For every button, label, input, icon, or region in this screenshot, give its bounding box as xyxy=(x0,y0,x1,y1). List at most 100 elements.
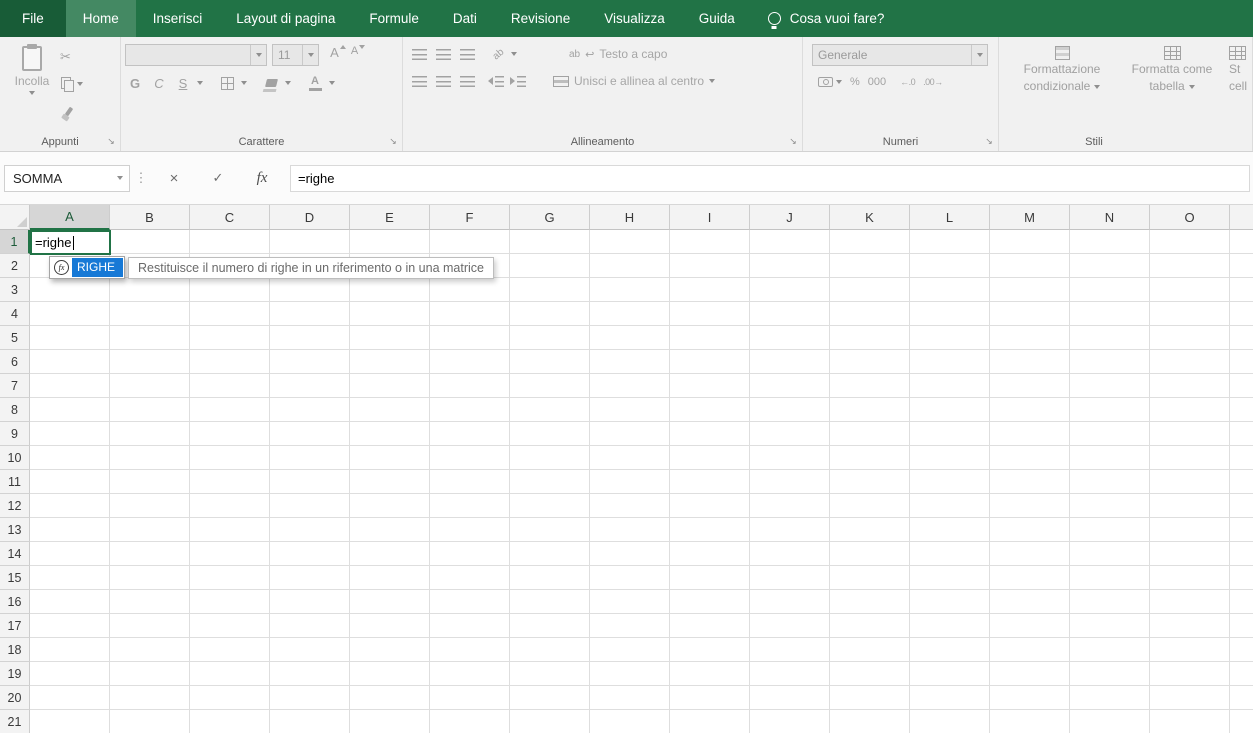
cell-H1[interactable] xyxy=(590,230,670,254)
cell-O13[interactable] xyxy=(1150,518,1230,542)
cell-I7[interactable] xyxy=(670,374,750,398)
cell-F16[interactable] xyxy=(430,590,510,614)
cell-J3[interactable] xyxy=(750,278,830,302)
font-dialog-launcher-icon[interactable] xyxy=(387,135,399,147)
select-all-corner[interactable] xyxy=(0,205,30,230)
cell-N11[interactable] xyxy=(1070,470,1150,494)
column-header-A[interactable]: A xyxy=(30,205,110,230)
cell-D8[interactable] xyxy=(270,398,350,422)
cell-D13[interactable] xyxy=(270,518,350,542)
cell-M10[interactable] xyxy=(990,446,1070,470)
row-header-21[interactable]: 21 xyxy=(0,710,30,733)
cell-O4[interactable] xyxy=(1150,302,1230,326)
row-header-15[interactable]: 15 xyxy=(0,566,30,590)
cell-partial-10[interactable] xyxy=(1230,446,1253,470)
tab-inserisci[interactable]: Inserisci xyxy=(136,0,220,37)
cell-L8[interactable] xyxy=(910,398,990,422)
cell-H20[interactable] xyxy=(590,686,670,710)
cell-F9[interactable] xyxy=(430,422,510,446)
cell-partial-5[interactable] xyxy=(1230,326,1253,350)
cell-N3[interactable] xyxy=(1070,278,1150,302)
cell-B20[interactable] xyxy=(110,686,190,710)
cell-F10[interactable] xyxy=(430,446,510,470)
column-header-O[interactable]: O xyxy=(1150,205,1230,230)
cell-L20[interactable] xyxy=(910,686,990,710)
cell-G2[interactable] xyxy=(510,254,590,278)
cell-C18[interactable] xyxy=(190,638,270,662)
column-header-D[interactable]: D xyxy=(270,205,350,230)
cell-H15[interactable] xyxy=(590,566,670,590)
tab-revisione[interactable]: Revisione xyxy=(494,0,587,37)
cell-L15[interactable] xyxy=(910,566,990,590)
cell-J12[interactable] xyxy=(750,494,830,518)
cell-B16[interactable] xyxy=(110,590,190,614)
cell-N13[interactable] xyxy=(1070,518,1150,542)
cell-M15[interactable] xyxy=(990,566,1070,590)
row-header-10[interactable]: 10 xyxy=(0,446,30,470)
cell-C10[interactable] xyxy=(190,446,270,470)
row-header-3[interactable]: 3 xyxy=(0,278,30,302)
cell-I19[interactable] xyxy=(670,662,750,686)
cell-partial-18[interactable] xyxy=(1230,638,1253,662)
percent-style-button[interactable]: % xyxy=(850,76,860,88)
cell-O2[interactable] xyxy=(1150,254,1230,278)
cell-H8[interactable] xyxy=(590,398,670,422)
cell-A12[interactable] xyxy=(30,494,110,518)
borders-button[interactable] xyxy=(217,73,237,93)
row-header-2[interactable]: 2 xyxy=(0,254,30,278)
cell-L1[interactable] xyxy=(910,230,990,254)
cell-M11[interactable] xyxy=(990,470,1070,494)
cell-F14[interactable] xyxy=(430,542,510,566)
orientation-caret-icon[interactable] xyxy=(511,52,517,56)
comma-style-button[interactable]: 000 xyxy=(868,76,886,88)
cell-J4[interactable] xyxy=(750,302,830,326)
cell-E17[interactable] xyxy=(350,614,430,638)
cell-I13[interactable] xyxy=(670,518,750,542)
cell-E12[interactable] xyxy=(350,494,430,518)
cell-J14[interactable] xyxy=(750,542,830,566)
cell-D18[interactable] xyxy=(270,638,350,662)
cell-E13[interactable] xyxy=(350,518,430,542)
cell-M12[interactable] xyxy=(990,494,1070,518)
decrease-indent-button[interactable] xyxy=(485,71,507,91)
cell-K11[interactable] xyxy=(830,470,910,494)
cell-L19[interactable] xyxy=(910,662,990,686)
cell-I2[interactable] xyxy=(670,254,750,278)
cell-L6[interactable] xyxy=(910,350,990,374)
row-header-19[interactable]: 19 xyxy=(0,662,30,686)
cell-partial-13[interactable] xyxy=(1230,518,1253,542)
cell-O19[interactable] xyxy=(1150,662,1230,686)
cell-G3[interactable] xyxy=(510,278,590,302)
row-header-11[interactable]: 11 xyxy=(0,470,30,494)
row-header-12[interactable]: 12 xyxy=(0,494,30,518)
accounting-format-button[interactable] xyxy=(818,73,842,91)
cell-F20[interactable] xyxy=(430,686,510,710)
cell-J6[interactable] xyxy=(750,350,830,374)
cell-K15[interactable] xyxy=(830,566,910,590)
cell-E11[interactable] xyxy=(350,470,430,494)
cell-G14[interactable] xyxy=(510,542,590,566)
cell-F7[interactable] xyxy=(430,374,510,398)
cell-J11[interactable] xyxy=(750,470,830,494)
cell-M16[interactable] xyxy=(990,590,1070,614)
cell-I18[interactable] xyxy=(670,638,750,662)
cell-I12[interactable] xyxy=(670,494,750,518)
cell-I20[interactable] xyxy=(670,686,750,710)
cell-C15[interactable] xyxy=(190,566,270,590)
cell-O12[interactable] xyxy=(1150,494,1230,518)
cell-C17[interactable] xyxy=(190,614,270,638)
cell-B17[interactable] xyxy=(110,614,190,638)
cell-M13[interactable] xyxy=(990,518,1070,542)
cell-E18[interactable] xyxy=(350,638,430,662)
cell-partial-8[interactable] xyxy=(1230,398,1253,422)
cell-E1[interactable] xyxy=(350,230,430,254)
cell-M9[interactable] xyxy=(990,422,1070,446)
bold-button[interactable]: G xyxy=(125,73,145,93)
cell-I17[interactable] xyxy=(670,614,750,638)
format-painter-button[interactable] xyxy=(60,102,83,120)
tab-layout-di-pagina[interactable]: Layout di pagina xyxy=(219,0,352,37)
decrease-font-size-button[interactable]: A xyxy=(348,45,368,65)
cell-C3[interactable] xyxy=(190,278,270,302)
cell-K16[interactable] xyxy=(830,590,910,614)
column-header-partial[interactable] xyxy=(1230,205,1253,230)
